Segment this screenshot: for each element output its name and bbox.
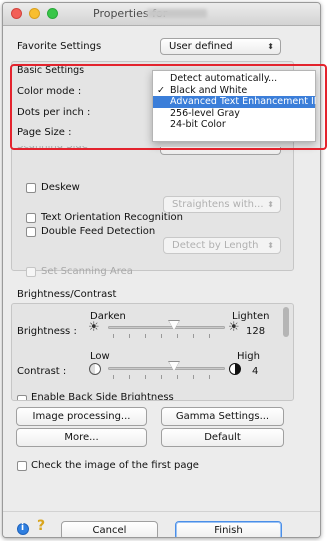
gamma-settings-button[interactable]: Gamma Settings... [161, 407, 284, 426]
contrast-label: Contrast : [17, 366, 67, 377]
contrast-ticks [108, 375, 225, 379]
zoom-window-button[interactable] [47, 8, 58, 19]
double-feed-option-popup[interactable]: Detect by Length ⬍ [163, 237, 281, 254]
backside-brightness-label-clip: Enable Back Side Brightness [31, 392, 191, 401]
brightness-ticks [108, 334, 225, 338]
popup-arrows-icon: ⬍ [267, 200, 274, 209]
deskew-option-value: Straightens with... [172, 199, 264, 210]
contrast-value: 4 [252, 366, 259, 377]
sun-bright-icon: ☀ [228, 320, 240, 335]
minimize-window-button[interactable] [29, 8, 40, 19]
brightness-slider-thumb[interactable] [169, 321, 179, 330]
help-icon[interactable]: ? [37, 518, 45, 534]
brightness-value: 128 [246, 326, 266, 337]
finish-button[interactable]: Finish [175, 521, 282, 537]
brightness-contrast-panel: Darken Lighten Brightness : ☀ ☀ 128 Low … [11, 303, 294, 401]
info-icon-glyph: i [21, 523, 25, 533]
double-feed-label: Double Feed Detection [41, 226, 156, 237]
more-button[interactable]: More... [16, 428, 147, 447]
popup-arrows-icon: ⬍ [267, 42, 274, 51]
high-label: High [237, 351, 260, 362]
check-first-page-checkbox[interactable] [17, 461, 27, 471]
backside-brightness-checkbox[interactable] [17, 395, 27, 400]
deskew-option-popup[interactable]: Straightens with... ⬍ [163, 196, 281, 213]
scanning-area-checkbox[interactable] [26, 267, 36, 277]
popup-arrows-icon: ⬍ [267, 241, 274, 250]
scrollbar-thumb[interactable] [283, 307, 289, 337]
text-orientation-label: Text Orientation Recognition [41, 212, 183, 223]
redacted-device-name [147, 9, 207, 18]
default-button[interactable]: Default [161, 428, 284, 447]
deskew-checkbox[interactable] [26, 183, 36, 193]
favorite-settings-value: User defined [169, 41, 233, 52]
cancel-button[interactable]: Cancel [61, 521, 158, 537]
title-bar: Properties for [3, 3, 320, 26]
double-feed-option-value: Detect by Length [172, 240, 259, 251]
favorite-settings-label: Favorite Settings [17, 41, 102, 52]
close-window-button[interactable] [11, 8, 22, 19]
low-label: Low [90, 351, 110, 362]
scanning-area-label: Set Scanning Area [41, 266, 133, 277]
image-processing-button[interactable]: Image processing... [16, 407, 147, 426]
brightness-slider[interactable] [108, 326, 225, 329]
brightness-label: Brightness : [17, 326, 77, 337]
contrast-slider-thumb[interactable] [169, 362, 179, 371]
contrast-high-icon [229, 363, 241, 375]
brightness-contrast-header: Brightness/Contrast [17, 289, 117, 300]
deskew-label: Deskew [41, 182, 80, 193]
sun-dim-icon: ☀ [88, 320, 100, 335]
favorite-settings-popup[interactable]: User defined ⬍ [160, 38, 281, 55]
check-first-page-label: Check the image of the first page [31, 460, 199, 471]
backside-brightness-label: Enable Back Side Brightness [31, 392, 174, 401]
highlight-box [10, 64, 327, 150]
double-feed-checkbox[interactable] [26, 227, 36, 237]
contrast-low-icon [89, 363, 101, 375]
contrast-slider[interactable] [108, 367, 225, 370]
text-orientation-checkbox[interactable] [26, 213, 36, 223]
